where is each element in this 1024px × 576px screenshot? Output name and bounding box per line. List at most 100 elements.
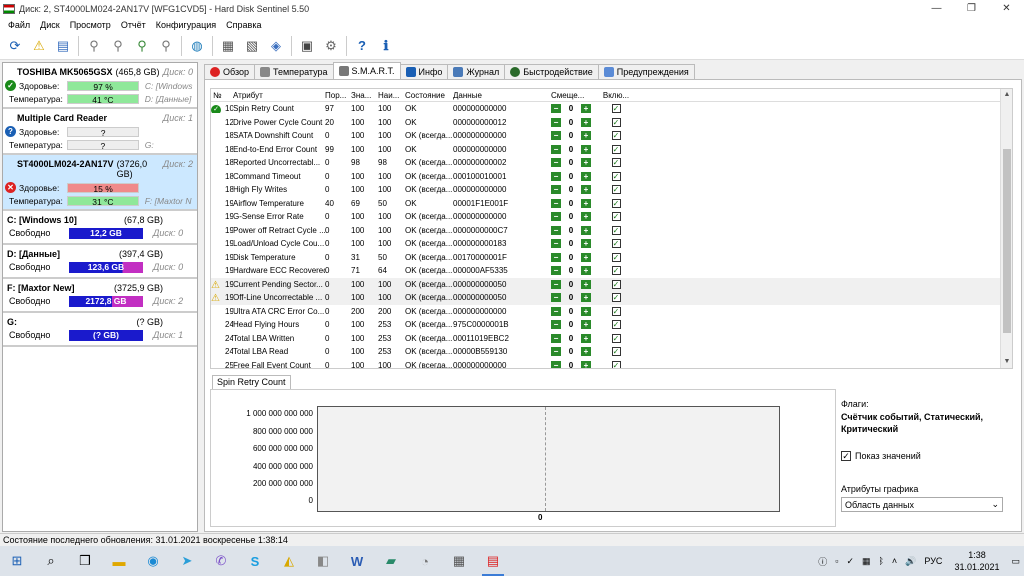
tab-alerts[interactable]: Предупреждения — [597, 64, 695, 79]
bluetooth-icon[interactable]: ᛒ — [879, 556, 884, 566]
plus-icon[interactable]: + — [581, 198, 591, 208]
minus-icon[interactable]: − — [551, 185, 561, 195]
col-header[interactable]: Состояние — [405, 91, 453, 100]
enabled-checkbox[interactable]: ✓ — [611, 225, 621, 235]
minus-icon[interactable]: − — [551, 239, 561, 249]
plus-icon[interactable]: + — [581, 171, 591, 181]
tab-overview[interactable]: Обзор — [204, 64, 255, 79]
plus-icon[interactable]: + — [581, 225, 591, 235]
disk-info-icon[interactable]: ▤ — [53, 36, 73, 56]
notifications-icon[interactable]: ▭ — [1011, 556, 1020, 567]
disk-test-icon[interactable]: ⚲ — [84, 36, 104, 56]
tab-temperature[interactable]: Температура — [254, 64, 334, 79]
minus-icon[interactable]: − — [551, 347, 561, 357]
table-row[interactable]: 190Airflow Temperature 40 69 50 OK 00001F1E00… — [211, 197, 1012, 211]
enabled-checkbox[interactable]: ✓ — [611, 144, 621, 154]
enabled-checkbox[interactable]: ✓ — [611, 171, 621, 181]
menu-file[interactable]: Файл — [3, 20, 35, 30]
minus-icon[interactable]: − — [551, 333, 561, 343]
minus-icon[interactable]: − — [551, 212, 561, 222]
minus-icon[interactable]: − — [551, 225, 561, 235]
plus-icon[interactable]: + — [581, 239, 591, 249]
minus-icon[interactable]: − — [551, 279, 561, 289]
enabled-checkbox[interactable]: ✓ — [611, 360, 621, 368]
table-row[interactable]: 188Command Timeout0100100OK (всегда...00… — [211, 170, 1012, 184]
maximize-button[interactable]: ❐ — [954, 0, 989, 17]
menu-disk[interactable]: Диск — [35, 20, 65, 30]
volume-icon[interactable]: 🔊 — [905, 556, 916, 567]
volume-entry-f[interactable]: F: [Maxtor New] (3725,9 GB) Свободно 2172,… — [3, 279, 197, 313]
disk-test-3-icon[interactable]: ⚲ — [132, 36, 152, 56]
enabled-checkbox[interactable]: ✓ — [611, 185, 621, 195]
plus-icon[interactable]: + — [581, 185, 591, 195]
notification-icon[interactable]: ⓘ — [818, 555, 827, 568]
checkbox-checked-icon[interactable]: ✓ — [841, 451, 851, 461]
report-2-icon[interactable]: ▧ — [242, 36, 262, 56]
col-header[interactable]: Вклю... — [601, 91, 631, 100]
plus-icon[interactable]: + — [581, 347, 591, 357]
volume-entry-c[interactable]: C: [Windows 10] (67,8 GB) Свободно 12,2 GB… — [3, 211, 197, 245]
volume-entry-g[interactable]: G: (? GB) Свободно (? GB) Диск: 1 — [3, 313, 197, 347]
app-tray-icon[interactable]: ▫ — [835, 556, 838, 566]
tab-info[interactable]: Инфо — [399, 64, 449, 79]
table-row[interactable]: ⚠197Current Pending Sector...0100100OK (… — [211, 277, 1012, 291]
table-row[interactable]: 193Load/Unload Cycle Cou...0100100OK (вс… — [211, 237, 1012, 251]
table-row[interactable]: 254Free Fall Event Count 0 100 100 OK (всегд… — [211, 359, 1012, 368]
table-row[interactable]: 183SATA Downshift Count 0 100 100 OK (всегда… — [211, 129, 1012, 143]
enabled-checkbox[interactable]: ✓ — [611, 131, 621, 141]
tab-log[interactable]: Журнал — [447, 64, 506, 79]
search-icon[interactable]: ⌕ — [34, 546, 68, 576]
disk-entry-1[interactable]: Multiple Card Reader Диск: 1 ? Здоровье:? … — [3, 109, 197, 155]
settings-icon[interactable]: ⚙ — [321, 36, 341, 56]
chevron-up-icon[interactable]: ˄ — [892, 556, 897, 566]
viber-icon[interactable]: ✆ — [204, 546, 238, 576]
globe-icon[interactable]: ◍ — [187, 36, 207, 56]
minus-icon[interactable]: − — [551, 320, 561, 330]
language-indicator[interactable]: РУС — [924, 556, 942, 566]
col-header[interactable]: Наи... — [378, 91, 405, 100]
plus-icon[interactable]: + — [581, 266, 591, 276]
enabled-checkbox[interactable]: ✓ — [611, 252, 621, 262]
minus-icon[interactable]: − — [551, 158, 561, 168]
clock[interactable]: 1:38 31.01.2021 — [954, 549, 999, 573]
report-icon[interactable]: ▦ — [218, 36, 238, 56]
task-view-icon[interactable]: ❒ — [68, 546, 102, 576]
enabled-checkbox[interactable]: ✓ — [611, 320, 621, 330]
col-header[interactable]: Атрибут — [233, 91, 325, 100]
table-row[interactable]: 192Power off Retract Cycle ...0100100OK … — [211, 224, 1012, 238]
enabled-checkbox[interactable]: ✓ — [611, 279, 621, 289]
skype-icon[interactable]: S — [238, 546, 272, 576]
telegram-icon[interactable]: ➤ — [170, 546, 204, 576]
table-row[interactable]: 242Total LBA Read0100253OK (всегда...000… — [211, 345, 1012, 359]
table-row[interactable]: 195Hardware ECC Recovered07164OK (всегда… — [211, 264, 1012, 278]
graph-tab[interactable]: Spin Retry Count — [212, 375, 291, 389]
enabled-checkbox[interactable]: ✓ — [611, 104, 621, 114]
table-row[interactable]: 191G-Sense Error Rate 0 100 100 OK (всегда..… — [211, 210, 1012, 224]
table-row[interactable]: 187Reported Uncorrectabl... 0 98 98 OK (всег… — [211, 156, 1012, 170]
file-explorer-icon[interactable]: ▬ — [102, 546, 136, 576]
minus-icon[interactable]: − — [551, 131, 561, 141]
plus-icon[interactable]: + — [581, 252, 591, 262]
word-icon[interactable]: W — [340, 546, 374, 576]
menu-help[interactable]: Справка — [221, 20, 266, 30]
table-row[interactable]: 12Drive Power Cycle Count20100100OK00000… — [211, 116, 1012, 130]
network-icon[interactable]: ◈ — [266, 36, 286, 56]
graph-attributes-select[interactable]: Область данных ⌄ — [841, 497, 1003, 512]
table-row[interactable]: 194Disk Temperature 0 31 50 OK (всегда...001… — [211, 251, 1012, 265]
table-row[interactable]: 240Head Flying Hours 0 100 253 OK (всегда...… — [211, 318, 1012, 332]
plus-icon[interactable]: + — [581, 158, 591, 168]
minus-icon[interactable]: − — [551, 293, 561, 303]
table-row[interactable]: 189High Fly Writes0100100OK (всегда...00… — [211, 183, 1012, 197]
enabled-checkbox[interactable]: ✓ — [611, 333, 621, 343]
menu-report[interactable]: Отчёт — [116, 20, 151, 30]
minimize-button[interactable]: — — [919, 0, 954, 17]
scroll-thumb[interactable] — [1003, 149, 1011, 333]
enabled-checkbox[interactable]: ✓ — [611, 306, 621, 316]
edge-icon[interactable]: ◉ — [136, 546, 170, 576]
col-header[interactable]: Смеще... — [551, 91, 601, 100]
close-button[interactable]: ✕ — [989, 0, 1024, 17]
plus-icon[interactable]: + — [581, 104, 591, 114]
minus-icon[interactable]: − — [551, 266, 561, 276]
table-row[interactable]: 241Total LBA Written 0 100 253 OK (всегда...… — [211, 332, 1012, 346]
enabled-checkbox[interactable]: ✓ — [611, 293, 621, 303]
